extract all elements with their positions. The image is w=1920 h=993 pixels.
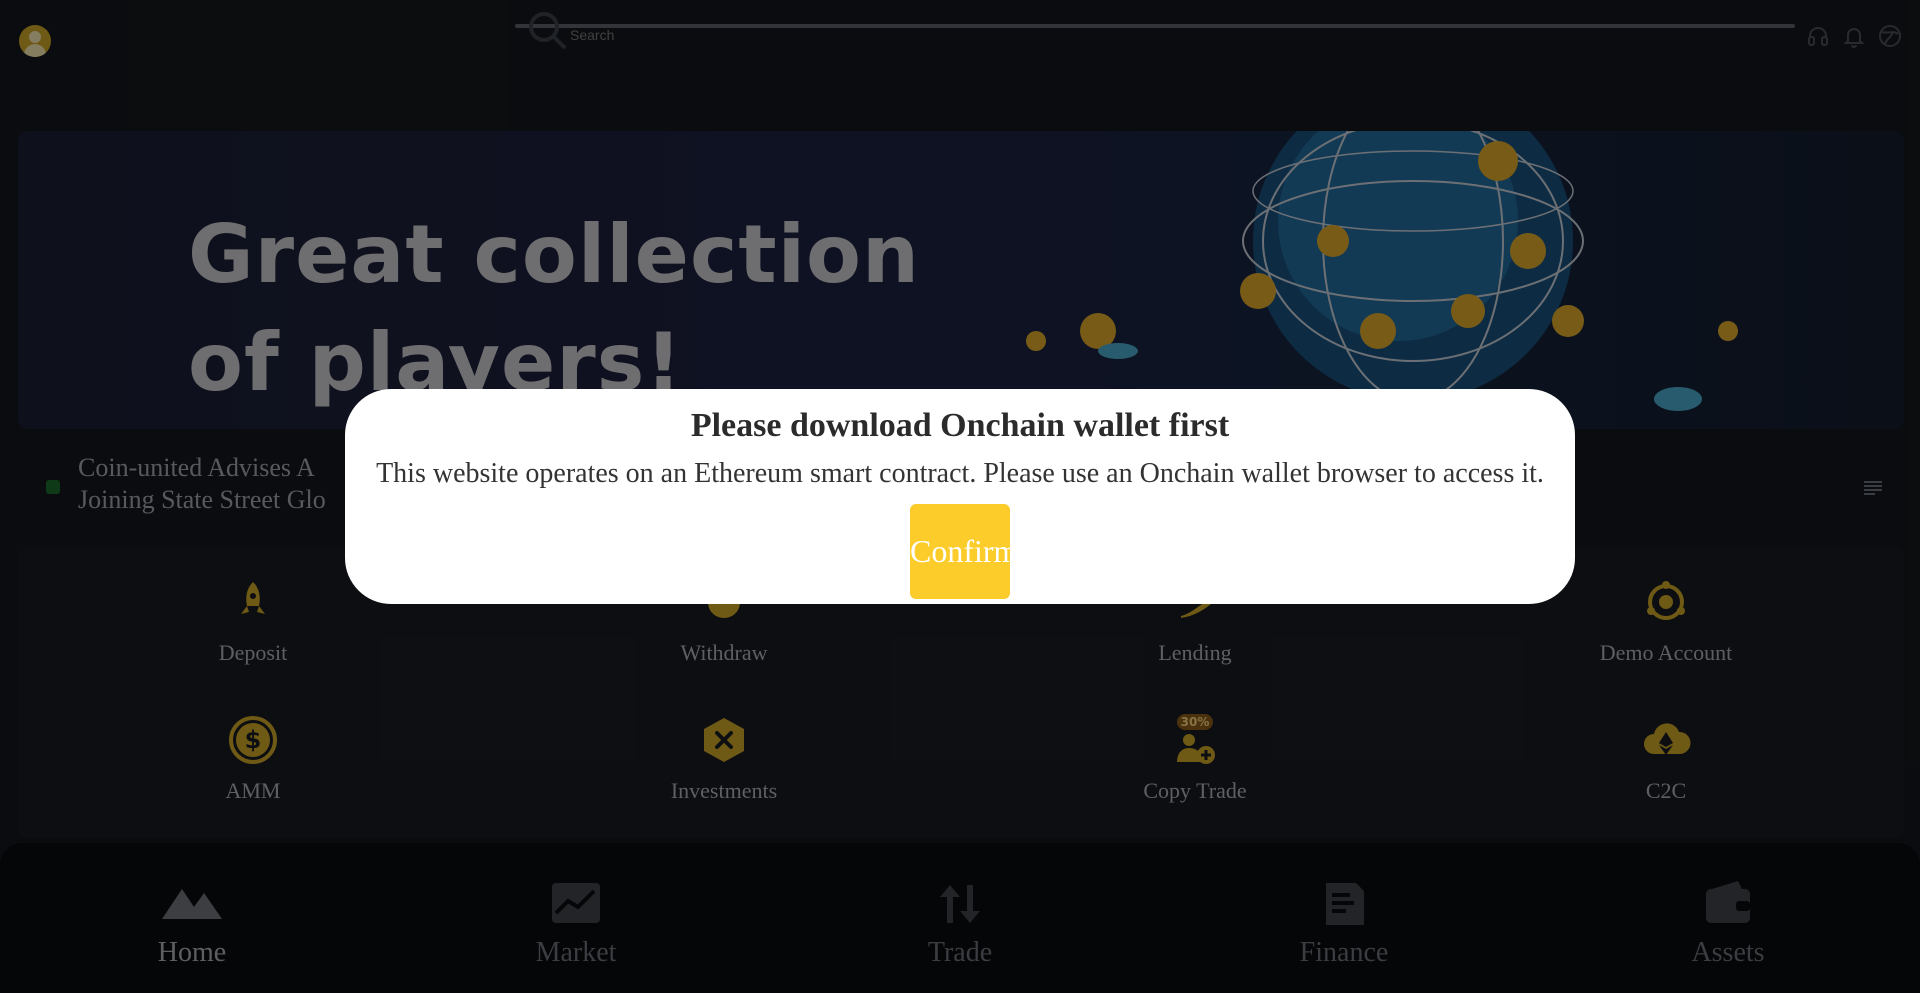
download-wallet-dialog: Please download Onchain wallet first Thi…: [345, 389, 1575, 604]
confirm-button[interactable]: Confirm: [910, 504, 1010, 599]
dialog-message: This website operates on an Ethereum sma…: [376, 458, 1544, 489]
dialog-title: Please download Onchain wallet first: [690, 407, 1230, 444]
